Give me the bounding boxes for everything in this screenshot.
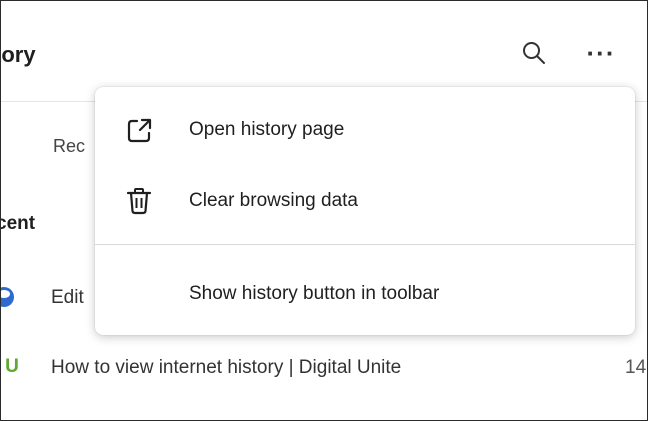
history-panel: tory ··· Rec cent Edit 4 U How to view i… bbox=[0, 0, 648, 421]
history-item[interactable]: U How to view internet history | Digital… bbox=[1, 346, 647, 390]
search-icon bbox=[523, 42, 545, 64]
menu-item-label: Clear browsing data bbox=[189, 190, 358, 211]
tab-recent[interactable]: Rec bbox=[53, 136, 85, 157]
menu-item-label: Open history page bbox=[189, 119, 345, 140]
trash-icon bbox=[126, 188, 152, 215]
search-button[interactable] bbox=[516, 35, 552, 71]
open-external-icon bbox=[127, 118, 152, 143]
menu-divider bbox=[95, 244, 635, 245]
history-item-title: Edit bbox=[51, 287, 84, 308]
menu-item-show-history-button[interactable]: Show history button in toolbar bbox=[95, 267, 635, 325]
menu-item-label: Show history button in toolbar bbox=[189, 283, 440, 304]
more-options-button[interactable]: ··· bbox=[583, 35, 619, 71]
history-item-time: 14 bbox=[625, 357, 647, 378]
u-icon: U bbox=[5, 356, 19, 377]
menu-item-open-history-page[interactable]: Open history page bbox=[95, 103, 635, 161]
menu-item-clear-browsing-data[interactable]: Clear browsing data bbox=[95, 174, 635, 232]
globe-icon bbox=[1, 286, 15, 308]
section-heading: cent bbox=[1, 213, 36, 234]
panel-title: tory bbox=[1, 42, 36, 67]
more-options-menu: Open history page Clear browsing data Sh… bbox=[95, 87, 635, 335]
history-item-title: How to view internet history | Digital U… bbox=[51, 357, 402, 378]
more-icon: ··· bbox=[586, 38, 616, 68]
